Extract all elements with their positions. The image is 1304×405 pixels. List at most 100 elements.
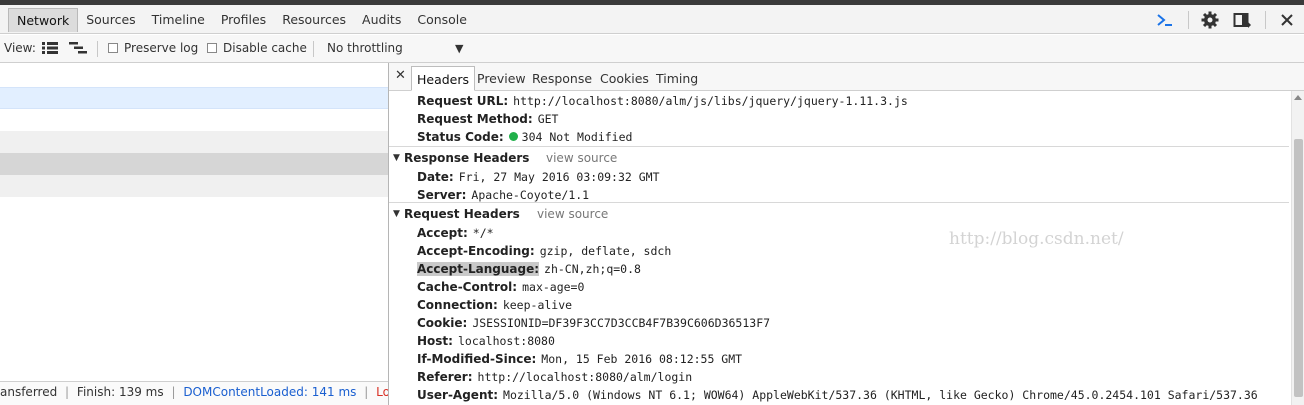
- header-key: Connection:: [417, 298, 498, 312]
- header-row: Cache-Control: max-age=0: [417, 278, 584, 296]
- header-row: If-Modified-Since: Mon, 15 Feb 2016 08:12…: [417, 350, 742, 368]
- tab-console[interactable]: Console: [409, 8, 475, 32]
- header-value: zh-CN,zh;q=0.8: [544, 262, 641, 276]
- list-view-icon[interactable]: [42, 42, 58, 56]
- list-item[interactable]: [0, 175, 388, 197]
- request-method-row: Request Method: GET: [417, 110, 558, 128]
- gear-icon[interactable]: [1199, 9, 1221, 31]
- header-key-highlighted: Accept-Language:: [417, 262, 540, 276]
- tab-sources[interactable]: Sources: [78, 8, 143, 32]
- header-row: User-Agent: Mozilla/5.0 (Windows NT 6.1; …: [417, 386, 1258, 404]
- window-controls: [1144, 8, 1298, 32]
- view-label: View:: [4, 41, 36, 55]
- section-title: Request Headers: [404, 207, 520, 221]
- tab-timeline[interactable]: Timeline: [144, 8, 213, 32]
- list-item[interactable]: [0, 87, 388, 109]
- header-value: JSESSIONID=DF39F3CC7D3CCB4F7B39C606D3651…: [472, 316, 771, 330]
- header-key: Request URL:: [417, 94, 509, 108]
- list-item-selected[interactable]: [0, 153, 388, 175]
- status-ok-icon: [508, 132, 518, 141]
- checkbox-box[interactable]: [207, 43, 217, 53]
- checkbox-box[interactable]: [108, 43, 118, 53]
- header-row: Accept-Encoding: gzip, deflate, sdch: [417, 242, 671, 260]
- header-value: Fri, 27 May 2016 03:09:32 GMT: [458, 170, 660, 184]
- scrollbar-thumb[interactable]: [1294, 139, 1303, 397]
- vertical-scrollbar[interactable]: [1291, 91, 1304, 405]
- tab-audits[interactable]: Audits: [354, 8, 409, 32]
- console-prompt-icon[interactable]: [1154, 9, 1176, 31]
- tab-headers[interactable]: Headers: [411, 66, 476, 91]
- response-headers-section[interactable]: ▼ Response Headers view source: [389, 146, 1289, 168]
- header-value: Mon, 15 Feb 2016 08:12:55 GMT: [541, 352, 743, 366]
- header-key: Host:: [417, 334, 453, 348]
- throttling-select[interactable]: No throttling: [327, 35, 403, 62]
- header-value: http://localhost:8080/alm/js/libs/jquery…: [513, 94, 908, 108]
- disable-cache-label: Disable cache: [223, 41, 307, 55]
- close-icon[interactable]: ✕: [395, 68, 406, 83]
- waterfall-view-icon[interactable]: [69, 42, 87, 56]
- dom-content-loaded-time: DOMContentLoaded: 141 ms: [183, 385, 357, 399]
- request-url-row: Request URL: http://localhost:8080/alm/js…: [417, 92, 908, 110]
- header-value: http://localhost:8080/alm/login: [477, 370, 693, 384]
- header-value: keep-alive: [502, 298, 573, 312]
- header-value: */*: [472, 226, 494, 240]
- header-key: Request Method:: [417, 112, 533, 126]
- header-key: Accept-Encoding:: [417, 244, 535, 258]
- main-tabs: Network Sources Timeline Profiles Resour…: [8, 8, 475, 32]
- requests-list: [0, 63, 388, 405]
- tab-resources[interactable]: Resources: [274, 8, 354, 32]
- header-value: max-age=0: [522, 280, 585, 294]
- tab-cookies[interactable]: Cookies: [595, 66, 654, 91]
- view-source-link[interactable]: view source: [537, 203, 608, 225]
- detail-tabs: ✕ Headers Preview Response Cookies Timin…: [389, 63, 1304, 91]
- load-time: Loa...: [376, 385, 388, 399]
- list-item[interactable]: [0, 109, 388, 131]
- devtools-tabbar: Network Sources Timeline Profiles Resour…: [0, 5, 1304, 34]
- header-key: If-Modified-Since:: [417, 352, 537, 366]
- header-value: Mozilla/5.0 (Windows NT 6.1; WOW64) Appl…: [503, 388, 1258, 402]
- view-source-link[interactable]: view source: [546, 147, 617, 169]
- tab-profiles[interactable]: Profiles: [213, 8, 274, 32]
- header-row: Host: localhost:8080: [417, 332, 555, 350]
- watermark: http://blog.csdn.net/: [949, 229, 1124, 249]
- request-headers-section[interactable]: ▼ Request Headers view source: [389, 202, 1289, 224]
- header-key: User-Agent:: [417, 388, 499, 402]
- list-item[interactable]: [0, 131, 388, 153]
- header-row: Referer: http://localhost:8080/alm/login: [417, 368, 692, 386]
- header-key: Server:: [417, 188, 467, 202]
- status-separator: |: [65, 385, 70, 399]
- dropdown-arrow-icon[interactable]: ▼: [455, 35, 463, 62]
- transferred-summary: ansferred: [0, 385, 58, 399]
- header-row: Accept: */*: [417, 224, 494, 242]
- header-key: Referer:: [417, 370, 473, 384]
- header-value: GET: [537, 112, 559, 126]
- dock-icon[interactable]: [1231, 9, 1253, 31]
- headers-content: Request URL: http://localhost:8080/alm/js…: [389, 91, 1289, 405]
- header-key: Status Code:: [417, 130, 504, 144]
- finish-time: Finish: 139 ms: [76, 385, 164, 399]
- header-key: Cache-Control:: [417, 280, 518, 294]
- header-row: Accept-Language: zh-CN,zh;q=0.8: [417, 260, 641, 278]
- network-status-bar: ansferred | Finish: 139 ms | DOMContentL…: [0, 381, 388, 405]
- tab-response[interactable]: Response: [527, 66, 597, 91]
- preserve-log-checkbox[interactable]: Preserve log: [108, 35, 198, 62]
- header-key: Accept:: [417, 226, 468, 240]
- header-row: Cookie: JSESSIONID=DF39F3CC7D3CCB4F7B39C6…: [417, 314, 770, 332]
- header-row: Connection: keep-alive: [417, 296, 572, 314]
- toolbar-separator: [97, 41, 98, 57]
- header-value: gzip, deflate, sdch: [539, 244, 672, 258]
- tab-preview[interactable]: Preview: [472, 66, 531, 91]
- header-key: Cookie:: [417, 316, 468, 330]
- toolbar-separator: [1265, 11, 1266, 29]
- network-toolbar: View: Preserve log Disable cache No thro…: [0, 35, 1304, 63]
- tab-timing[interactable]: Timing: [651, 66, 703, 91]
- header-value: 304 Not Modified: [521, 130, 633, 144]
- tab-network[interactable]: Network: [8, 8, 79, 32]
- list-item[interactable]: [0, 63, 388, 87]
- status-separator: |: [171, 385, 176, 399]
- disable-cache-checkbox[interactable]: Disable cache: [207, 35, 307, 62]
- request-detail-pane: ✕ Headers Preview Response Cookies Timin…: [389, 63, 1304, 405]
- header-row: Date: Fri, 27 May 2016 03:09:32 GMT: [417, 168, 660, 186]
- scroll-up-arrow-icon[interactable]: [1294, 95, 1302, 100]
- close-icon[interactable]: [1276, 9, 1298, 31]
